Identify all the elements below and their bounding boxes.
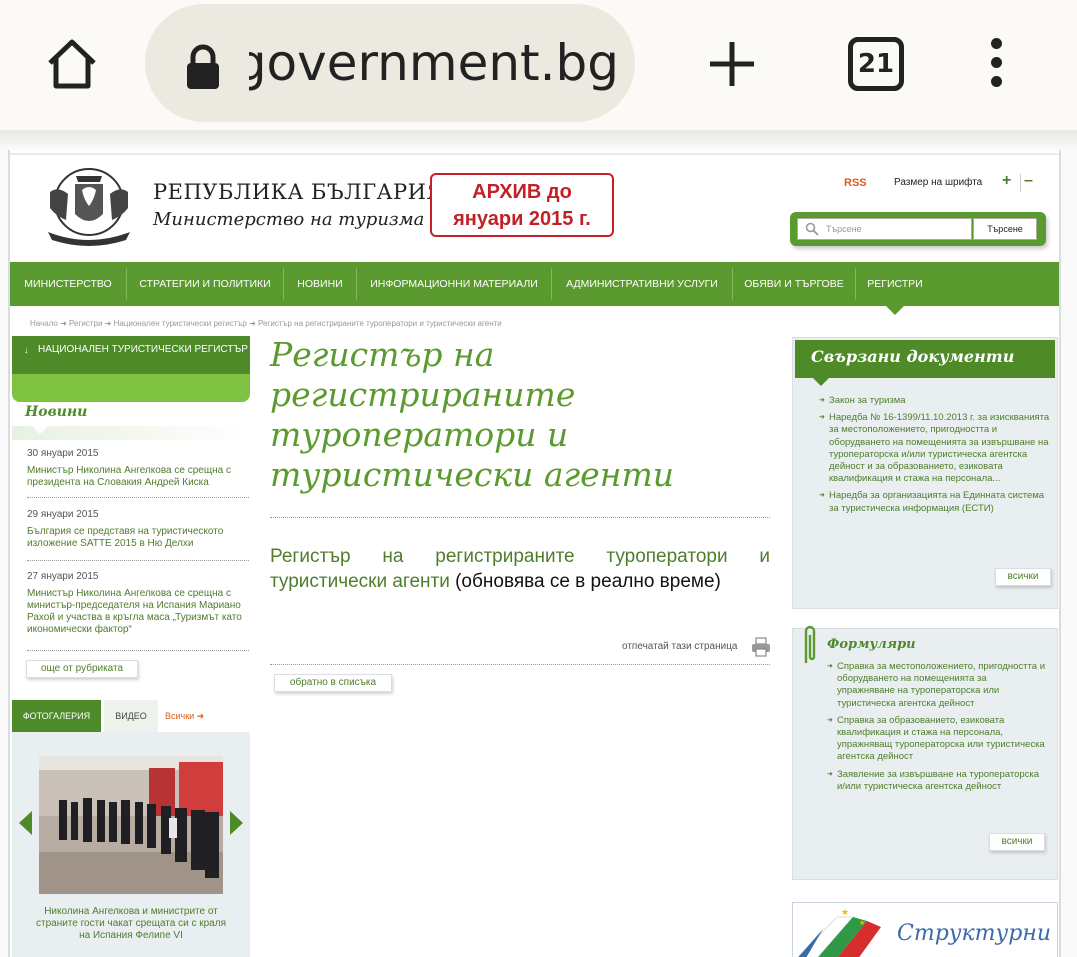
tab-video[interactable]: ВИДЕО xyxy=(104,700,158,732)
related-documents-list: Закон за туризма Наредба № 16-1399/11.10… xyxy=(819,395,1051,520)
content-divider xyxy=(270,664,770,665)
svg-text:★: ★ xyxy=(859,919,865,927)
gallery-next-arrow-icon[interactable] xyxy=(230,811,243,835)
nav-item-strategies[interactable]: СТРАТЕГИИ И ПОЛИТИКИ xyxy=(127,262,283,306)
toolbar-shadow xyxy=(0,130,1077,150)
gallery-prev-arrow-icon[interactable] xyxy=(19,811,32,835)
gallery-photo[interactable] xyxy=(39,756,223,894)
related-document-link[interactable]: Закон за туризма xyxy=(819,395,1051,407)
search-button[interactable]: Търсене xyxy=(973,218,1037,240)
site-subtitle[interactable]: Министерство на туризма xyxy=(153,209,424,230)
svg-text:★: ★ xyxy=(841,907,849,917)
paperclip-icon xyxy=(804,625,816,663)
archive-banner[interactable]: АРХИВ до януари 2015 г. xyxy=(430,173,614,237)
form-link[interactable]: Справка за образованието, езиковата квал… xyxy=(827,715,1047,764)
nav-item-news[interactable]: НОВИНИ xyxy=(284,262,356,306)
more-menu-icon[interactable] xyxy=(986,38,1006,90)
form-link[interactable]: Справка за местоположението, пригодностт… xyxy=(827,661,1047,710)
related-documents-panel: Свързани документи Закон за туризма Наре… xyxy=(792,337,1058,609)
news-date: 30 януари 2015 xyxy=(27,448,99,459)
tab-photo-gallery[interactable]: ФОТОГАЛЕРИЯ xyxy=(12,700,101,732)
bulgarian-flag-graphic: ★ ★ xyxy=(798,907,881,957)
related-heading-notch xyxy=(813,378,829,386)
font-size-label: Размер на шрифта xyxy=(894,177,983,188)
font-increase-button[interactable]: + xyxy=(1002,172,1011,190)
nav-item-registers[interactable]: РЕГИСТРИ xyxy=(856,262,934,306)
gallery-tabs: ФОТОГАЛЕРИЯ ВИДЕО Всички ➜ xyxy=(12,700,250,732)
archive-line-2: януари 2015 г. xyxy=(453,208,591,230)
news-heading: Новини xyxy=(25,404,88,420)
url-text: government.bg xyxy=(249,34,619,92)
font-decrease-button[interactable]: – xyxy=(1024,172,1033,190)
archive-line-1: АРХИВ до xyxy=(472,181,572,203)
news-heading-notch xyxy=(32,426,48,434)
photo-gallery: Николина Ангелкова и министрите от стран… xyxy=(12,732,250,957)
site-title[interactable]: РЕПУБЛИКА БЪЛГАРИЯ xyxy=(153,180,444,204)
tab-switcher-button[interactable]: 21 xyxy=(848,37,904,91)
forms-heading: Формуляри xyxy=(827,637,916,652)
structural-funds-banner[interactable]: ★ ★ Структурни xyxy=(792,902,1058,957)
print-link[interactable]: отпечатай тази страница xyxy=(622,641,737,652)
register-note: (обновява се в реално време) xyxy=(449,571,721,592)
forms-list: Справка за местоположението, пригодностт… xyxy=(827,661,1047,798)
search-input[interactable]: Търсене xyxy=(797,218,972,240)
related-documents-heading: Свързани документи xyxy=(795,340,1055,378)
related-all-button[interactable]: всички xyxy=(995,568,1051,586)
search-box: Търсене Търсене xyxy=(790,212,1046,246)
gallery-photo-art xyxy=(39,756,223,894)
section-menu: НАЦИОНАЛЕН ТУРИСТИЧЕСКИ РЕГИСТЪР xyxy=(12,336,250,402)
nav-item-tenders[interactable]: ОБЯВИ И ТЪРГОВЕ xyxy=(733,262,855,306)
title-divider xyxy=(270,517,770,518)
home-icon[interactable] xyxy=(44,36,100,92)
page-title: Регистър на регистрираните туроператори … xyxy=(270,335,674,494)
nav-item-info-materials[interactable]: ИНФОРМАЦИОННИ МАТЕРИАЛИ xyxy=(357,262,551,306)
gallery-all-link[interactable]: Всички ➜ xyxy=(165,700,204,732)
news-link[interactable]: Министър Николина Ангелкова се срещна с … xyxy=(27,588,249,642)
nav-item-ministry[interactable]: МИНИСТЕРСТВО xyxy=(10,262,126,306)
coat-of-arms-logo[interactable] xyxy=(38,162,140,248)
browser-toolbar: government.bg 21 xyxy=(0,0,1077,130)
main-navigation: МИНИСТЕРСТВО СТРАТЕГИИ И ПОЛИТИКИ НОВИНИ… xyxy=(10,262,1059,315)
web-page: РЕПУБЛИКА БЪЛГАРИЯ Министерство на туриз… xyxy=(8,150,1061,957)
news-date: 29 януари 2015 xyxy=(27,509,99,520)
more-news-button[interactable]: още от рубриката xyxy=(26,660,138,678)
breadcrumb[interactable]: Начало ➜ Регистри ➜ Национален туристиче… xyxy=(30,319,502,328)
register-paragraph: Регистър на регистрираните туроператори … xyxy=(270,544,770,594)
address-bar[interactable]: government.bg xyxy=(145,4,635,122)
gallery-caption[interactable]: Николина Ангелкова и министрите от стран… xyxy=(32,906,230,942)
forms-all-button[interactable]: всички xyxy=(989,833,1045,851)
news-item[interactable]: 27 януари 2015 Министър Николина Ангелко… xyxy=(27,571,249,651)
page-top-line xyxy=(10,153,1059,155)
news-item[interactable]: 29 януари 2015 България се представя на … xyxy=(27,509,249,561)
section-menu-item[interactable]: НАЦИОНАЛЕН ТУРИСТИЧЕСКИ РЕГИСТЪР xyxy=(12,336,250,374)
printer-icon[interactable] xyxy=(751,637,771,657)
search-icon xyxy=(805,222,819,236)
rss-link[interactable]: RSS xyxy=(844,177,867,189)
font-separator xyxy=(1020,174,1021,192)
structural-funds-text: Структурни xyxy=(897,921,1052,946)
forms-panel: Формуляри Справка за местоположението, п… xyxy=(792,625,1058,880)
related-document-link[interactable]: Наредба за организацията на Единната сис… xyxy=(819,490,1051,514)
lock-icon xyxy=(187,44,219,89)
news-link[interactable]: Министър Николина Ангелкова се срещна с … xyxy=(27,465,249,495)
back-to-list-button[interactable]: обратно в списъка xyxy=(274,674,392,692)
news-item[interactable]: 30 януари 2015 Министър Николина Ангелко… xyxy=(27,448,249,498)
new-tab-icon[interactable] xyxy=(706,38,758,90)
active-nav-indicator xyxy=(886,306,904,315)
nav-item-admin-services[interactable]: АДМИНИСТРАТИВНИ УСЛУГИ xyxy=(552,262,732,306)
news-link[interactable]: България се представя на туристическото … xyxy=(27,526,249,556)
form-link[interactable]: Заявление за извършване на туроператорск… xyxy=(827,769,1047,793)
news-date: 27 януари 2015 xyxy=(27,571,99,582)
related-document-link[interactable]: Наредба № 16-1399/11.10.2013 г. за изиск… xyxy=(819,412,1051,485)
